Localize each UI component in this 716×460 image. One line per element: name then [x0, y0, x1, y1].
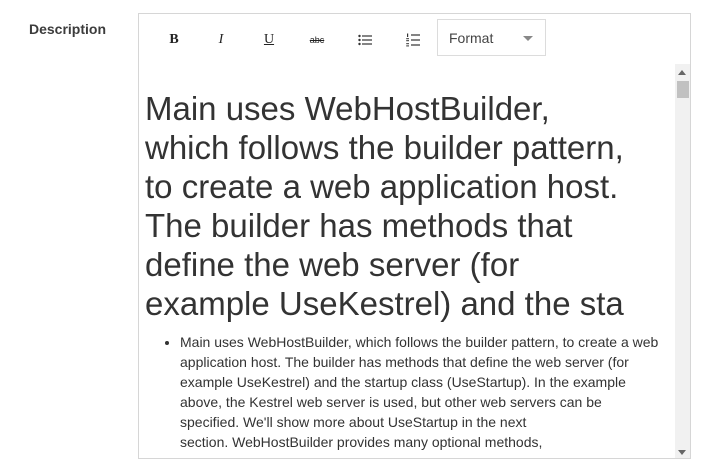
italic-button[interactable]: I	[209, 28, 233, 52]
vertical-scrollbar[interactable]	[675, 64, 690, 458]
heading-line: example UseKestrel) and the sta	[145, 285, 624, 322]
heading-line: which follows the builder pattern,	[145, 129, 624, 166]
list-item-line: application host. The builder has method…	[180, 354, 629, 370]
list-item: Main uses WebHostBuilder, which follows …	[180, 332, 673, 452]
italic-icon: I	[218, 32, 224, 47]
bulleted-list-icon	[358, 34, 372, 46]
heading-line: The builder has methods that	[145, 207, 573, 244]
list-item-line: section. WebHostBuilder provides many op…	[180, 434, 543, 450]
numbered-list-icon	[406, 33, 420, 47]
scroll-down-arrow-icon[interactable]	[678, 450, 686, 455]
underline-button[interactable]: U	[257, 28, 281, 52]
strikethrough-button[interactable]: abc	[305, 28, 329, 52]
bold-icon: B	[169, 32, 179, 47]
underline-icon: U	[263, 32, 275, 47]
scroll-up-arrow-icon[interactable]	[678, 70, 686, 75]
list-item-line: Main uses WebHostBuilder, which follows …	[180, 334, 659, 350]
content-bullet-list: Main uses WebHostBuilder, which follows …	[139, 332, 673, 452]
editor-toolbar: B I U abc Format	[139, 14, 690, 65]
rich-text-editor: B I U abc Format Main uses WebHostBuilde…	[138, 13, 691, 459]
format-dropdown[interactable]: Format	[437, 19, 546, 56]
chevron-down-icon	[523, 36, 533, 41]
list-item-line: above, the Kestrel web server is used, b…	[180, 394, 602, 410]
heading-line: to create a web application host.	[145, 168, 619, 205]
numbered-list-button[interactable]	[401, 28, 425, 52]
bulleted-list-button[interactable]	[353, 28, 377, 52]
list-item-line: specified. We'll show more about UseStar…	[180, 414, 527, 430]
heading-line: define the web server (for	[145, 246, 520, 283]
heading-line: Main uses WebHostBuilder,	[145, 90, 550, 127]
strikethrough-icon: abc	[309, 35, 325, 45]
scrollbar-thumb[interactable]	[677, 81, 689, 98]
bold-button[interactable]: B	[162, 28, 186, 52]
list-item-line: example UseKestrel) and the startup clas…	[180, 374, 626, 390]
editor-content[interactable]: Main uses WebHostBuilder, which follows …	[139, 64, 675, 458]
format-dropdown-label: Format	[449, 30, 494, 46]
content-heading: Main uses WebHostBuilder, which follows …	[145, 89, 675, 323]
description-label: Description	[29, 21, 107, 37]
